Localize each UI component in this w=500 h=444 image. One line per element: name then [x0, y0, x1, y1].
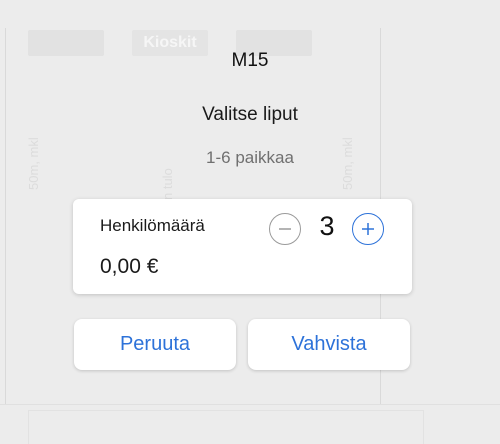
map-divider [5, 28, 6, 404]
map-floor-area [28, 410, 424, 444]
map-entrance-label: n tulo [160, 168, 175, 200]
screen: Kioskit 50m, mkl n tulo 50m, mkl M15 Val… [0, 0, 500, 444]
quantity-count: 3 [319, 211, 335, 241]
cancel-button[interactable]: Peruuta [74, 319, 236, 370]
total-price: 0,00 € [100, 255, 159, 278]
plus-icon [362, 223, 374, 235]
quantity-label: Henkilömäärä [100, 216, 205, 235]
confirm-button[interactable]: Vahvista [248, 319, 410, 370]
increase-quantity-button[interactable] [352, 213, 384, 245]
dialog-title: M15 [231, 50, 269, 71]
seat-range-hint: 1-6 paikkaa [206, 148, 294, 167]
minus-icon [279, 228, 291, 230]
decrease-quantity-button[interactable] [269, 213, 301, 245]
dialog-subtitle: Valitse liput [202, 104, 298, 125]
quantity-card: Henkilömäärä 3 0,00 € [73, 199, 412, 294]
